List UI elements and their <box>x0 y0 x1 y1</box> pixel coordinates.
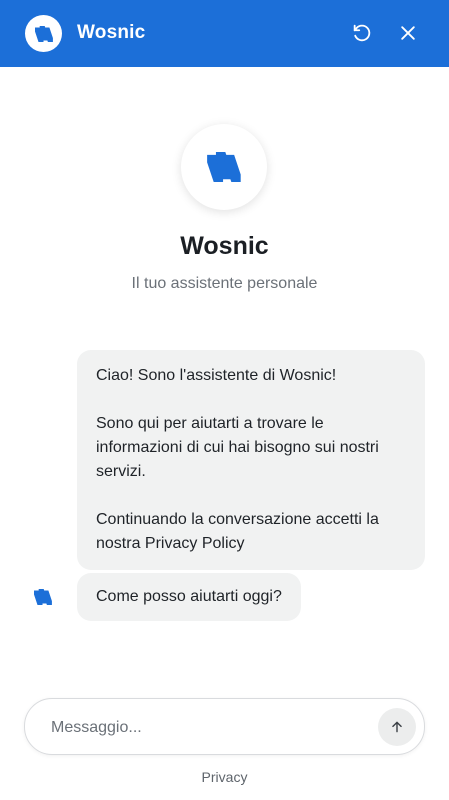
wosnic-logo-icon <box>34 25 53 42</box>
close-button[interactable] <box>395 20 421 46</box>
privacy-link[interactable]: Privacy <box>0 769 449 785</box>
message-text: Continuando la conversazione accetti la … <box>96 511 379 552</box>
message-text: Sono qui per aiutarti a trovare le infor… <box>96 415 379 480</box>
assistant-subtitle: Il tuo assistente personale <box>131 275 318 292</box>
assistant-avatar <box>181 124 267 210</box>
assistant-name: Wosnic <box>180 232 269 260</box>
message-text: Ciao! Sono l'assistente di Wosnic! <box>96 367 337 384</box>
restart-button[interactable] <box>349 20 375 46</box>
message-input[interactable] <box>49 713 373 743</box>
close-icon <box>401 26 415 40</box>
header-title: Wosnic <box>77 22 146 43</box>
message-composer <box>24 698 425 755</box>
message-bubble: Come posso aiutarti oggi? <box>77 573 301 621</box>
arrow-up-icon <box>392 721 402 733</box>
chat-header: Wosnic <box>0 0 449 67</box>
restart-icon <box>353 24 371 42</box>
send-button[interactable] <box>378 708 416 746</box>
message-bubble: Ciao! Sono l'assistente di Wosnic! Sono … <box>77 350 425 570</box>
message-text: Come posso aiutarti oggi? <box>96 588 282 605</box>
wosnic-logo-icon <box>207 152 241 182</box>
header-logo <box>25 15 62 52</box>
bot-avatar-icon <box>34 589 52 605</box>
